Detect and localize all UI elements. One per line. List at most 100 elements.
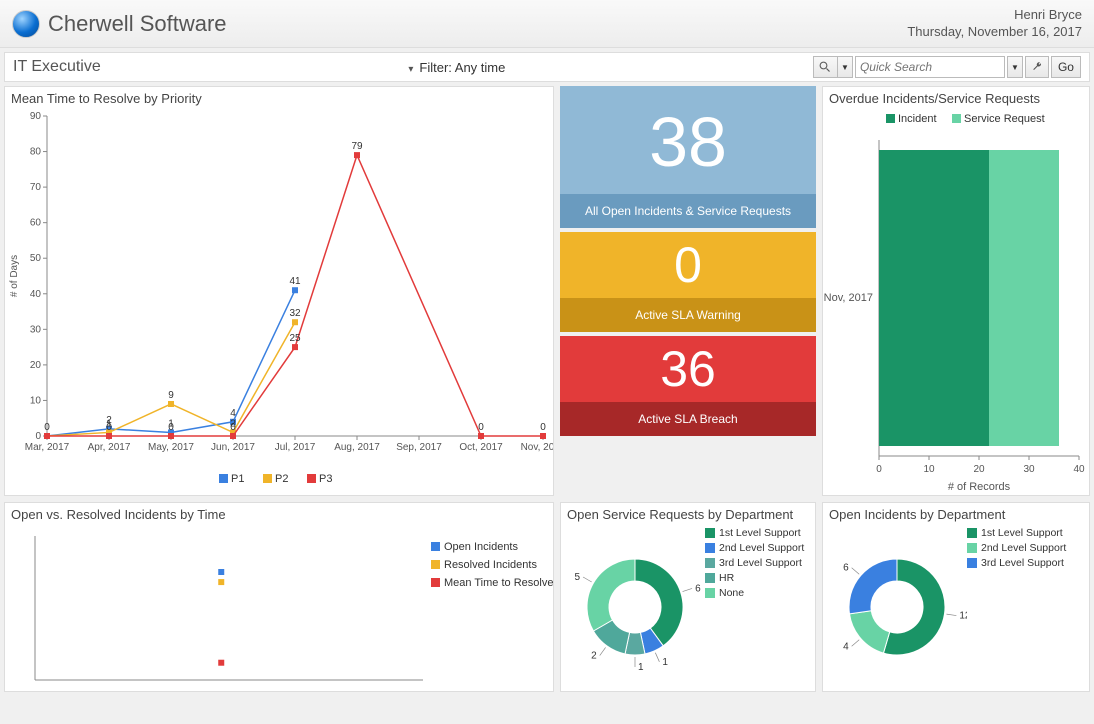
svg-text:Open Incidents: Open Incidents [444, 541, 518, 553]
search-input[interactable] [855, 56, 1005, 78]
svg-text:50: 50 [30, 253, 42, 264]
svg-text:Mean Time to Resolve: Mean Time to Resolve [444, 577, 553, 589]
inc-donut-chart[interactable]: 1246 [827, 527, 967, 687]
svg-text:4: 4 [230, 408, 236, 419]
svg-text:60: 60 [30, 218, 42, 229]
svg-text:# of Records: # of Records [948, 481, 1011, 493]
go-button[interactable]: Go [1051, 56, 1081, 78]
svg-text:0: 0 [876, 464, 882, 475]
tile-value: 38 [560, 86, 816, 194]
legend-item: 1st Level Support [967, 527, 1066, 539]
svg-text:Mar, 2017: Mar, 2017 [25, 442, 70, 453]
app-title: Cherwell Software [48, 11, 227, 37]
chevron-down-icon[interactable]: ▼ [837, 56, 853, 78]
panel-title: Open Service Requests by Department [561, 503, 815, 526]
filter-dropdown[interactable]: Filter: Any time [408, 60, 505, 75]
svg-text:Oct, 2017: Oct, 2017 [459, 442, 503, 453]
legend-label: 2nd Level Support [981, 542, 1066, 554]
svg-text:20: 20 [30, 360, 42, 371]
svg-text:0: 0 [230, 422, 236, 433]
tile-all-open[interactable]: 38 All Open Incidents & Service Requests [560, 86, 816, 228]
legend-item: 2nd Level Support [967, 542, 1066, 554]
svg-text:# of Days: # of Days [9, 255, 20, 297]
kpi-tiles: 38 All Open Incidents & Service Requests… [560, 86, 816, 496]
legend-item: 3rd Level Support [705, 557, 804, 569]
legend-label: None [719, 587, 744, 599]
svg-text:Incident: Incident [898, 113, 937, 125]
legend-swatch [705, 588, 715, 598]
legend-label: 3rd Level Support [981, 557, 1064, 569]
svg-text:70: 70 [30, 182, 42, 193]
cherwell-logo-icon [12, 10, 40, 38]
svg-text:2: 2 [591, 651, 597, 662]
panel-overdue: Overdue Incidents/Service Requests Incid… [822, 86, 1090, 496]
legend-swatch [967, 543, 977, 553]
svg-text:90: 90 [30, 111, 42, 122]
svg-text:41: 41 [289, 276, 301, 287]
legend-swatch [705, 573, 715, 583]
search-dropdown-button[interactable]: ▼ [1007, 56, 1023, 78]
settings-button[interactable] [1025, 56, 1049, 78]
tile-sla-warning[interactable]: 0 Active SLA Warning [560, 232, 816, 332]
svc-legend: 1st Level Support 2nd Level Support 3rd Le… [705, 527, 804, 687]
filter-label: Filter: Any time [419, 60, 505, 75]
panel-open-vs-resolved: Open vs. Resolved Incidents by Time Open… [4, 502, 554, 692]
svg-text:Jul, 2017: Jul, 2017 [275, 442, 316, 453]
legend-item: None [705, 587, 804, 599]
svg-text:P3: P3 [319, 473, 332, 485]
svg-text:0: 0 [168, 422, 174, 433]
svg-text:30: 30 [30, 324, 42, 335]
svg-text:20: 20 [973, 464, 985, 475]
panel-title: Open Incidents by Department [823, 503, 1089, 526]
svg-text:12: 12 [959, 611, 967, 622]
inc-legend: 1st Level Support 2nd Level Support 3rd Le… [967, 527, 1066, 687]
search-scope-button[interactable]: ▼ [813, 56, 853, 78]
tile-sla-breach[interactable]: 36 Active SLA Breach [560, 336, 816, 436]
wrench-icon [1031, 61, 1043, 73]
svg-text:79: 79 [351, 141, 363, 152]
legend-label: 1st Level Support [981, 527, 1063, 539]
svg-text:1: 1 [662, 657, 668, 668]
legend-item: HR [705, 572, 804, 584]
chevron-down-icon [408, 60, 413, 75]
legend-label: 3rd Level Support [719, 557, 802, 569]
svg-text:Resolved Incidents: Resolved Incidents [444, 559, 537, 571]
svg-text:May, 2017: May, 2017 [148, 442, 194, 453]
legend-swatch [967, 528, 977, 538]
priority-line-chart[interactable]: 0102030405060708090Mar, 2017Apr, 2017May… [5, 110, 553, 496]
svg-text:40: 40 [30, 289, 42, 300]
panel-title: Overdue Incidents/Service Requests [823, 87, 1089, 110]
tile-label: Active SLA Breach [560, 402, 816, 436]
legend-swatch [705, 558, 715, 568]
svg-text:Jun, 2017: Jun, 2017 [211, 442, 255, 453]
svg-text:30: 30 [1023, 464, 1035, 475]
panel-title: Open vs. Resolved Incidents by Time [5, 503, 553, 526]
svg-text:0: 0 [540, 422, 546, 433]
open-resolved-chart[interactable]: Open Incidents Resolved Incidents Mean Tim… [5, 526, 553, 692]
legend-swatch [967, 558, 977, 568]
panel-title: Mean Time to Resolve by Priority [5, 87, 553, 110]
svg-text:25: 25 [289, 333, 301, 344]
legend-label: 2nd Level Support [719, 542, 804, 554]
panel-mean-time-priority: Mean Time to Resolve by Priority 0102030… [4, 86, 554, 496]
legend-item: 1st Level Support [705, 527, 804, 539]
svg-text:Service Request: Service Request [964, 113, 1045, 125]
tile-value: 36 [560, 336, 816, 402]
svg-text:0: 0 [44, 422, 50, 433]
legend-swatch [705, 543, 715, 553]
svg-text:5: 5 [574, 572, 580, 583]
svg-text:P2: P2 [275, 473, 288, 485]
svg-text:0: 0 [478, 422, 484, 433]
svg-text:0: 0 [106, 422, 112, 433]
svg-text:1: 1 [638, 662, 644, 673]
legend-item: 2nd Level Support [705, 542, 804, 554]
overdue-bar-chart[interactable]: IncidentService Request010203040# of Rec… [823, 110, 1089, 496]
panel-inc-dept: Open Incidents by Department 1246 1st Le… [822, 502, 1090, 692]
dashboard-toolbar: IT Executive Filter: Any time ▼ ▼ Go [4, 52, 1090, 82]
app-header: Cherwell Software Henri Bryce Thursday, … [0, 0, 1094, 48]
svc-donut-chart[interactable]: 61125 [565, 527, 705, 687]
search-icon[interactable] [813, 56, 837, 78]
user-name: Henri Bryce [907, 7, 1082, 24]
legend-label: 1st Level Support [719, 527, 801, 539]
svg-text:10: 10 [923, 464, 935, 475]
